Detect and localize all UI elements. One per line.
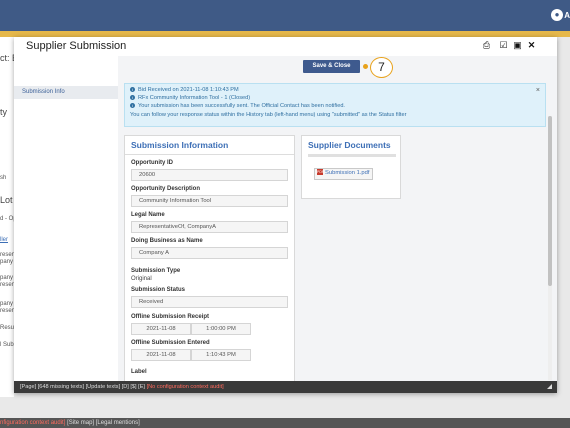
dba-label: Doing Business as Name xyxy=(131,238,203,244)
opportunity-id-field: 20600 xyxy=(131,169,288,181)
pdf-icon: PDF xyxy=(317,169,324,176)
background-side-panel: ct: E ty sh Lot : d - Ope ller resen pan… xyxy=(0,37,20,397)
info-icon: i xyxy=(130,87,135,93)
user-initial[interactable]: A xyxy=(564,11,570,20)
maximize-icon[interactable]: ▣ xyxy=(513,41,522,50)
app-topbar: ● A xyxy=(0,0,570,31)
side-fragment-rep1b: pany xyxy=(0,259,14,265)
alert-line-1: i Bid Received on 2021-11-08 1:10:43 PM xyxy=(130,87,239,93)
legal-name-label: Legal Name xyxy=(131,212,165,218)
modal-header: Supplier Submission ⎙ ☑ ▣ ✕ xyxy=(14,37,557,57)
alert-line-2: i RFx Community Information Tool - 1 (Clo… xyxy=(130,95,250,101)
dba-field: Company A xyxy=(131,247,288,259)
opportunity-desc-field: Community Information Tool xyxy=(131,195,288,207)
debug-status-bar: [Page] [648 missing texts] [Update texts… xyxy=(14,381,557,393)
callout-pointer xyxy=(363,64,368,69)
side-fragment-rep2b: resen xyxy=(0,282,16,288)
supplier-documents-panel: Supplier Documents PDFSubmission 1.pdf xyxy=(301,135,401,199)
submission-type-label: Submission Type xyxy=(131,268,181,274)
info-icon: i xyxy=(130,95,135,101)
offline-entered-time: 1:10:43 PM xyxy=(191,349,251,361)
tab-submission-info[interactable]: Submission Info xyxy=(14,86,118,99)
submission-type-value: Original xyxy=(131,276,152,282)
checklist-icon[interactable]: ☑ xyxy=(499,41,508,50)
side-link[interactable]: ller xyxy=(0,237,8,243)
status-bar-audit[interactable]: [No configuration context audit] xyxy=(147,384,224,390)
opportunity-id-label: Opportunity ID xyxy=(131,160,173,166)
print-icon[interactable]: ⎙ xyxy=(482,41,491,50)
side-fragment-ty: ty xyxy=(0,107,8,117)
offline-receipt-date: 2021-11-08 xyxy=(131,323,191,335)
opportunity-desc-label: Opportunity Description xyxy=(131,186,200,192)
success-alert: i Bid Received on 2021-11-08 1:10:43 PM i… xyxy=(124,83,546,127)
document-link[interactable]: PDFSubmission 1.pdf xyxy=(314,168,374,180)
page-footer: nfiguration context audit] [Site map] [L… xyxy=(0,418,570,428)
documents-toolbar xyxy=(308,154,396,157)
legal-name-field: RepresentativeOf, CompanyA xyxy=(131,221,288,233)
footer-links[interactable]: [Site map] [Legal mentions] xyxy=(67,420,140,426)
side-fragment-rep3b: resen xyxy=(0,308,16,314)
status-bar-text[interactable]: [Page] [648 missing texts] [Update texts… xyxy=(20,384,145,390)
content-scrollbar[interactable] xyxy=(548,116,552,380)
offline-receipt-label: Offline Submission Receipt xyxy=(131,314,210,320)
submission-info-panel: Submission Information Opportunity ID 20… xyxy=(124,135,295,381)
submission-status-label: Submission Status xyxy=(131,287,186,293)
side-fragment-rep3a: pany xyxy=(0,301,14,307)
panel-title: Supplier Documents xyxy=(308,140,391,150)
panel-title: Submission Information xyxy=(131,140,229,150)
offline-receipt-time: 1:00:00 PM xyxy=(191,323,251,335)
alert-close-icon[interactable]: × xyxy=(536,87,540,94)
modal-title: Supplier Submission xyxy=(26,40,127,52)
divider xyxy=(125,154,294,155)
user-icon[interactable]: ● xyxy=(551,9,563,21)
scrollbar-thumb[interactable] xyxy=(548,116,552,286)
side-fragment-rep1a: resen xyxy=(0,252,16,258)
modal-content: Save & Close 7 i Bid Received on 2021-11-… xyxy=(118,56,557,381)
step-callout: 7 xyxy=(370,57,393,78)
submission-status-field: Received xyxy=(131,296,288,308)
side-fragment-sh: sh xyxy=(0,175,7,181)
offline-entered-date: 2021-11-08 xyxy=(131,349,191,361)
close-icon[interactable]: ✕ xyxy=(527,41,536,50)
supplier-submission-modal: Supplier Submission ⎙ ☑ ▣ ✕ Submission I… xyxy=(14,37,557,393)
label-label: Label xyxy=(131,369,147,375)
alert-line-4: You can follow your response status with… xyxy=(130,112,407,118)
offline-entered-label: Offline Submission Entered xyxy=(131,340,210,346)
info-icon: i xyxy=(130,103,135,109)
footer-audit-text[interactable]: nfiguration context audit] xyxy=(0,420,65,426)
save-close-button[interactable]: Save & Close xyxy=(303,60,360,73)
modal-side-tabs: Submission Info xyxy=(14,56,118,393)
resize-handle-icon[interactable] xyxy=(547,384,552,389)
alert-line-3: i Your submission has been successfully s… xyxy=(130,103,345,109)
side-fragment-rep2a: pany xyxy=(0,275,14,281)
